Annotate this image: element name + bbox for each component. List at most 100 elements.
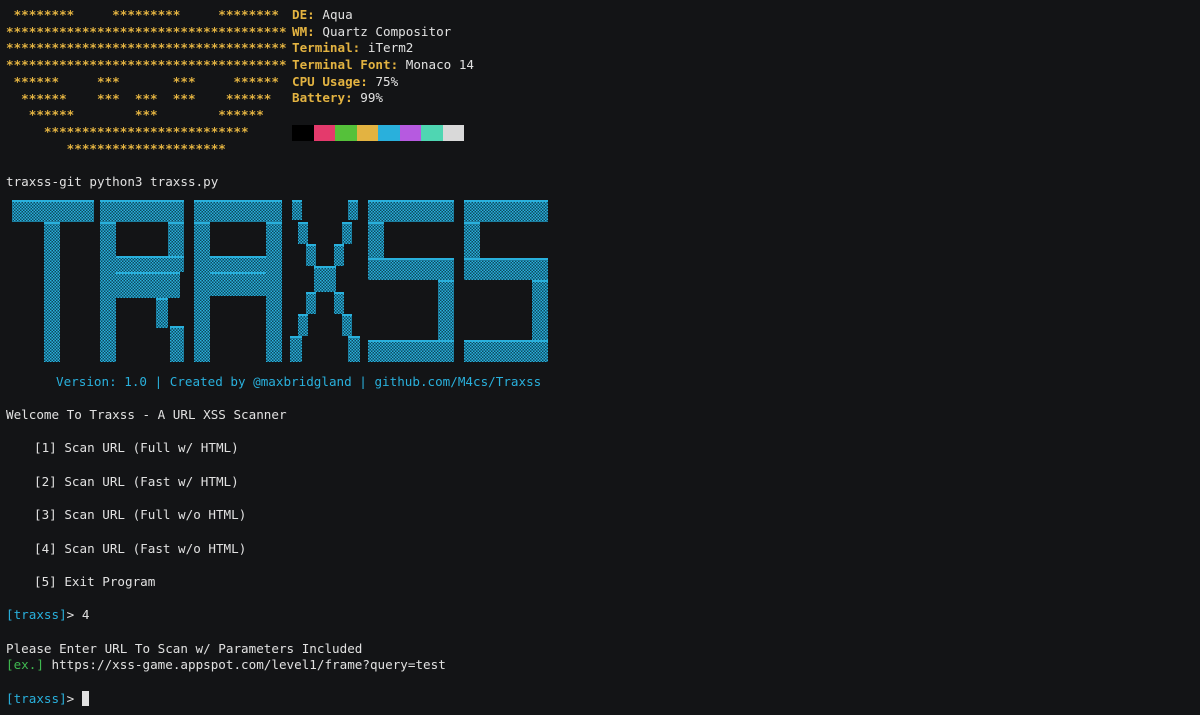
logo-glyphs <box>12 200 548 362</box>
logo-letter-x-diag-6-edge <box>334 292 344 294</box>
logo-letter-s1-lower-right <box>438 280 454 344</box>
logo-letter-r-middle <box>116 256 184 272</box>
logo-letter-s2-bottom-edge <box>464 340 548 342</box>
logo-letter-s2-top <box>464 200 548 222</box>
program-output: Welcome To Traxss - A URL XSS Scanner [1… <box>6 407 1186 707</box>
logo-letter-s1-top <box>368 200 454 222</box>
logo-letter-r-bowl-edge <box>116 272 180 274</box>
logo-letter-s1-middle-edge <box>368 258 454 260</box>
logo-letter-x-center-edge <box>314 266 336 268</box>
logo-letter-x-diag-8 <box>342 314 352 336</box>
logo-letter-x-top-left-edge <box>292 200 302 202</box>
logo-letter-r-left <box>100 222 116 362</box>
menu-option-3: [3] Scan URL (Full w/o HTML) <box>34 507 247 523</box>
sysinfo-terminal-font: Terminal Font: Monaco 14 <box>292 57 475 73</box>
logo-letter-r-top-edge <box>100 200 184 202</box>
version-line: Version: 1.0 | Created by @maxbridgland … <box>56 374 542 389</box>
sysinfo-battery: Battery: 99% <box>292 90 384 106</box>
logo-letter-s2-bottom <box>464 340 548 362</box>
logo-letter-s2-middle-edge <box>464 258 548 260</box>
logo-letter-x-diag-6 <box>334 292 344 314</box>
palette-swatch <box>421 125 443 141</box>
terminal-window[interactable]: ******** ********* ******** ************… <box>0 0 1200 715</box>
logo-letter-a-middle-edge <box>210 256 266 258</box>
logo-letter-t-top-edge <box>12 200 94 202</box>
logo-letter-x-diag-2-edge <box>342 222 352 224</box>
logo-letter-r-leg-1 <box>156 298 168 328</box>
logo-letter-x-diag-4-edge <box>334 244 344 246</box>
sysinfo-de: DE: Aqua <box>292 7 353 22</box>
palette-swatch <box>399 125 421 141</box>
prompt-label: [traxss] <box>6 690 67 706</box>
logo-letter-x-diag-5-edge <box>306 292 316 294</box>
logo-letter-x-diag-4 <box>334 244 344 266</box>
text-cursor[interactable] <box>81 690 90 706</box>
system-info: DE: Aqua WM: Quartz Compositor Terminal:… <box>292 7 474 107</box>
menu-option-1: [1] Scan URL (Full w/ HTML) <box>34 440 239 456</box>
palette-swatch <box>292 125 314 141</box>
logo-letter-r-leg-1-edge <box>156 298 168 300</box>
logo-letter-s2-top-edge <box>464 200 548 202</box>
logo-letter-x-diag-5 <box>306 292 316 314</box>
logo-letter-a-top <box>194 200 282 222</box>
active-prompt-line[interactable]: [traxss]> <box>6 690 1186 708</box>
menu-option-5: [5] Exit Program <box>34 573 156 589</box>
menu-option-2: [2] Scan URL (Fast w/ HTML) <box>34 473 239 489</box>
sysinfo-wm: WM: Quartz Compositor <box>292 23 452 39</box>
logo-letter-s1-upper-left-edge <box>368 222 384 224</box>
logo-letter-a-left <box>194 222 210 362</box>
logo-letter-x-top-right-edge <box>348 200 358 202</box>
apple-logo-ascii-art: ******** ********* ******** ************… <box>6 7 287 156</box>
logo-letter-x-diag-3 <box>306 244 316 266</box>
user-choice: 4 <box>81 607 90 623</box>
example-label: [ex.] <box>6 657 44 673</box>
logo-letter-a-right-edge <box>266 222 282 224</box>
logo-letter-x-top-left <box>292 200 302 220</box>
palette-swatch <box>313 125 335 141</box>
logo-letter-s1-top-edge <box>368 200 454 202</box>
palette-swatch <box>335 125 357 141</box>
logo-letter-r-leg-2 <box>170 326 184 362</box>
logo-letter-r-bowl <box>116 272 180 298</box>
logo-letter-x-diag-1-edge <box>298 222 308 224</box>
logo-letter-x-bottom-right-edge <box>348 336 360 338</box>
logo-letter-r-left-edge <box>100 222 116 224</box>
logo-letter-s2-middle <box>464 258 548 280</box>
welcome-text: Welcome To Traxss - A URL XSS Scanner <box>6 407 287 422</box>
prompt-label: [traxss] <box>6 607 67 623</box>
logo-letter-x-diag-3-edge <box>306 244 316 246</box>
logo-letter-s1-middle <box>368 258 454 280</box>
logo-letter-x-diag-2 <box>342 222 352 244</box>
logo-letter-t-stem <box>44 222 60 362</box>
logo-letter-r-right-edge <box>168 222 184 224</box>
prompt-arrow: > <box>66 690 82 706</box>
command-line: traxss-git python3 traxss.py <box>6 174 219 189</box>
logo-letter-r-leg-2-edge <box>170 326 184 328</box>
color-palette <box>292 125 464 141</box>
logo-letter-r-middle-edge <box>116 256 184 258</box>
logo-letter-t-top <box>12 200 94 222</box>
logo-letter-x-bottom-right <box>348 336 360 362</box>
logo-letter-x-diag-1 <box>298 222 308 244</box>
prompt-line-answered: [traxss]> 4 <box>6 607 1186 624</box>
logo-letter-x-diag-7 <box>298 314 308 336</box>
logo-letter-x-center <box>314 266 336 292</box>
sysinfo-terminal: Terminal: iTerm2 <box>292 40 414 56</box>
logo-letter-x-bottom-left-edge <box>290 336 302 338</box>
example-line: [ex.] https://xss-game.appspot.com/level… <box>6 657 1186 674</box>
logo-letter-a-left-edge <box>194 222 210 224</box>
logo-letter-s2-lower-right-edge <box>532 280 548 282</box>
logo-letter-t-stem-edge <box>44 222 60 224</box>
logo-letter-x-bottom-left <box>290 336 302 362</box>
menu-option-4: [4] Scan URL (Fast w/o HTML) <box>34 540 247 556</box>
example-url: https://xss-game.appspot.com/level1/fram… <box>43 657 446 673</box>
url-request-text: Please Enter URL To Scan w/ Parameters I… <box>6 640 363 656</box>
